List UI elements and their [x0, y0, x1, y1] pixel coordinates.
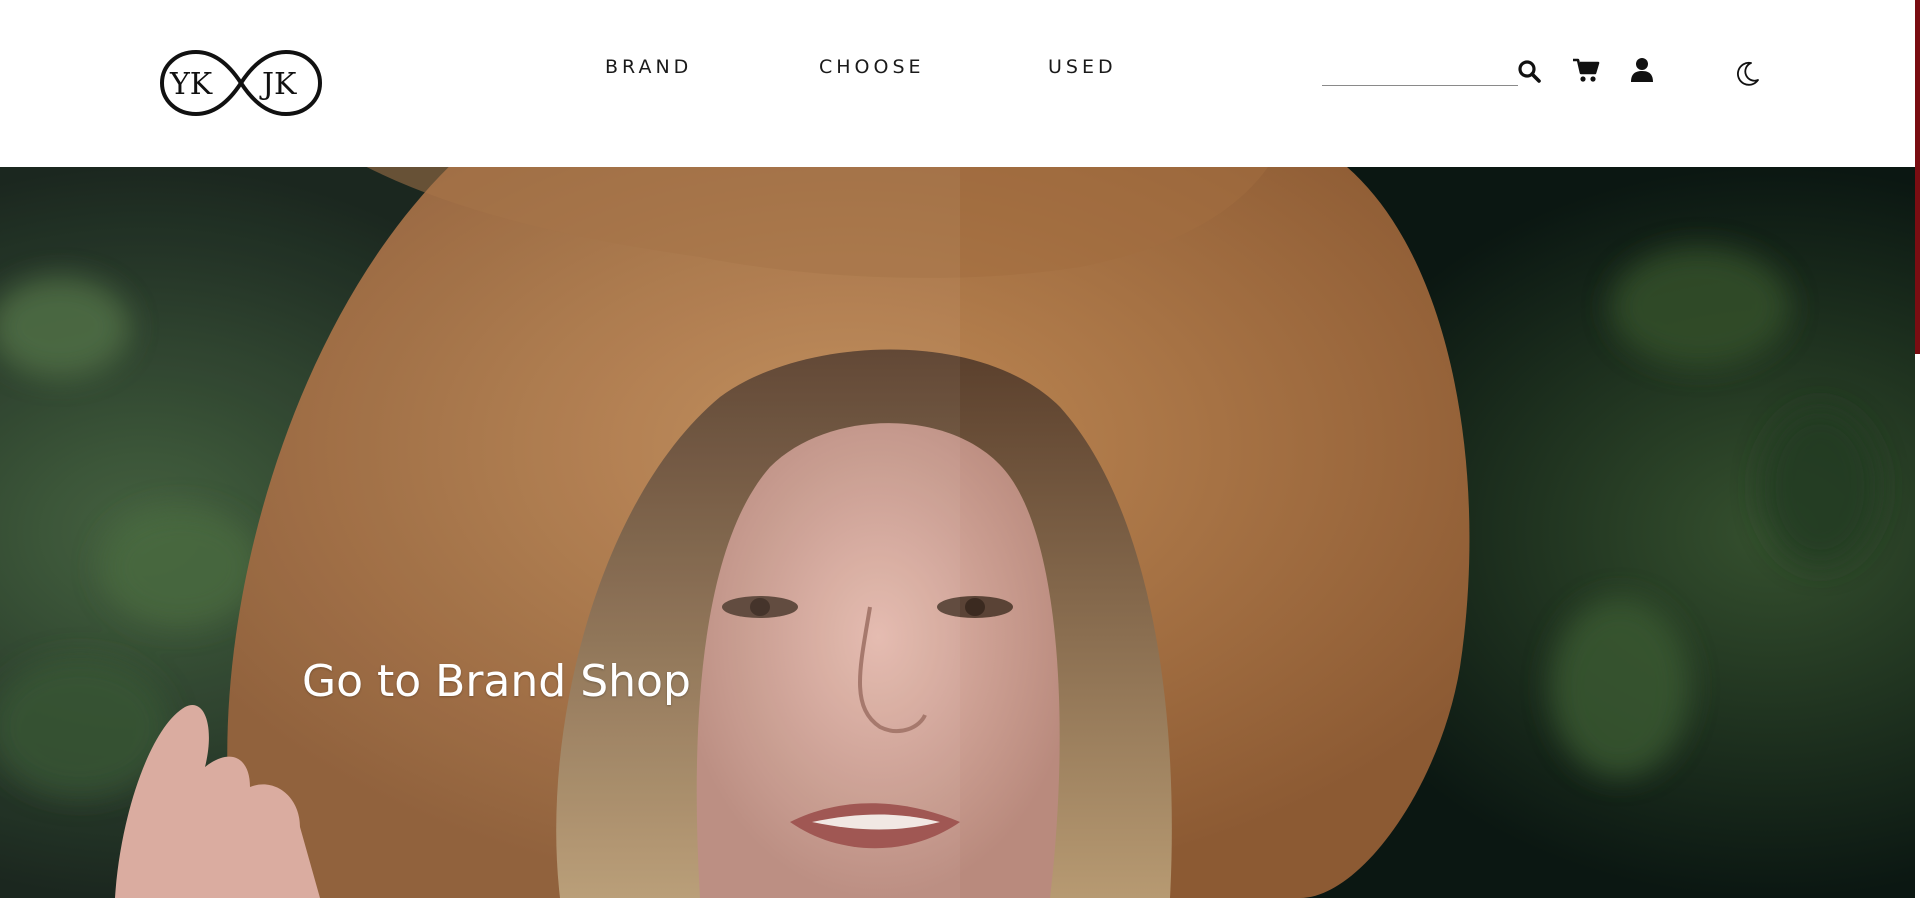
scrollbar-thumb[interactable]	[1915, 0, 1920, 354]
user-icon[interactable]	[1630, 56, 1654, 84]
nav-brand[interactable]: BRAND	[605, 56, 692, 78]
site-header: YK JK BRAND CHOOSE USED	[0, 0, 1915, 167]
hero-banner: Go to Brand Shop	[0, 167, 1915, 898]
hero-image	[0, 167, 1915, 898]
search-input[interactable]	[1322, 57, 1518, 86]
search-icon[interactable]	[1516, 58, 1542, 84]
brand-shop-cta[interactable]: Go to Brand Shop	[302, 656, 691, 707]
infinity-logo-icon: YK JK	[159, 49, 323, 117]
logo-right-text: JK	[259, 67, 297, 102]
nav-used[interactable]: USED	[1048, 56, 1117, 78]
nav-choose[interactable]: CHOOSE	[819, 56, 925, 78]
moon-icon[interactable]	[1736, 60, 1760, 86]
search-box	[1322, 57, 1518, 87]
site-logo[interactable]: YK JK	[158, 48, 324, 118]
cart-icon[interactable]	[1572, 57, 1600, 83]
logo-left-text: YK	[169, 67, 213, 102]
